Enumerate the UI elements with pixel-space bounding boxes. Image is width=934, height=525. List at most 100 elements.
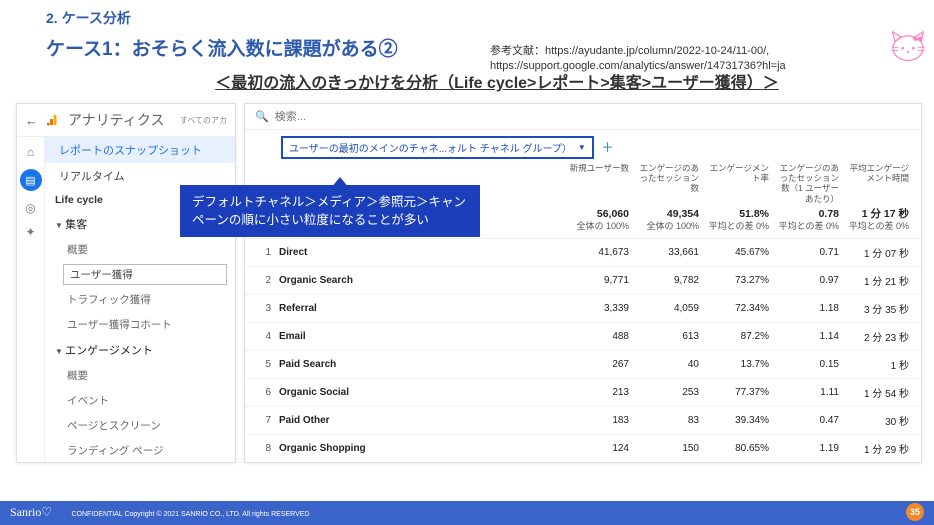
search-input[interactable] — [275, 111, 911, 123]
account-picker[interactable]: すべてのアカ — [180, 115, 227, 126]
row-eng-per-user: 0.97 — [775, 275, 845, 286]
table-row[interactable]: 2Organic Search9,7719,78273.27%0.971 分 2… — [245, 267, 921, 295]
row-eng-sessions: 150 — [635, 443, 705, 454]
sidebar-item-user-acq[interactable]: ユーザー獲得 — [63, 264, 227, 285]
slide-title: ケース1：おそらく流入数に課題がある② — [0, 30, 934, 69]
total-eng-rate-sub: 平均との差 0% — [705, 221, 769, 232]
row-new-users: 267 — [565, 359, 635, 370]
total-eng-per-user-sub: 平均との差 0% — [775, 221, 839, 232]
ga-sidebar-app: ← アナリティクス すべてのアカ ⌂ ▤ ◎ ✦ レポートのスナップショット リ… — [16, 103, 236, 463]
col-avg-eng-time[interactable]: 平均エンゲージメント時間 — [845, 163, 915, 204]
row-new-users: 41,673 — [565, 247, 635, 258]
row-eng-sessions: 40 — [635, 359, 705, 370]
table-row[interactable]: 4Email48861387.2%1.142 分 23 秒 — [245, 323, 921, 351]
row-eng-sessions: 9,782 — [635, 275, 705, 286]
row-eng-per-user: 0.71 — [775, 247, 845, 258]
total-eng-rate: 51.8% — [705, 208, 769, 221]
sidebar-item-pages[interactable]: ページとスクリーン — [45, 413, 235, 438]
sidebar-item-acq-overview[interactable]: 概要 — [45, 237, 235, 262]
row-avg-eng-time: 1 分 54 秒 — [845, 385, 915, 400]
row-channel: Organic Shopping — [279, 443, 565, 454]
ref-link-2[interactable]: https://support.google.com/analytics/ans… — [490, 60, 786, 72]
row-avg-eng-time: 30 秒 — [845, 413, 915, 428]
row-eng-rate: 87.2% — [705, 331, 775, 342]
row-eng-rate: 80.65% — [705, 443, 775, 454]
table-row[interactable]: 1Direct41,67333,66145.67%0.711 分 07 秒 — [245, 239, 921, 267]
row-eng-per-user: 1.19 — [775, 443, 845, 454]
ref-link-1[interactable]: https://ayudante.jp/column/2022-10-24/11… — [545, 45, 769, 57]
col-new-users[interactable]: 新規ユーザー数 — [565, 163, 635, 204]
sidebar-item-user-cohort[interactable]: ユーザー獲得コホート — [45, 312, 235, 337]
col-eng-per-user[interactable]: エンゲージのあったセッション数（1 ユーザーあたり） — [775, 163, 845, 204]
row-channel: Referral — [279, 303, 565, 314]
row-eng-rate: 72.34% — [705, 303, 775, 314]
row-eng-sessions: 33,661 — [635, 247, 705, 258]
back-icon[interactable]: ← — [25, 113, 38, 128]
ga-brand: アナリティクス — [68, 110, 164, 130]
row-index: 1 — [257, 247, 279, 258]
sidebar-item-traffic-acq[interactable]: トラフィック獲得 — [45, 287, 235, 312]
row-channel: Paid Search — [279, 359, 565, 370]
row-eng-rate: 13.7% — [705, 359, 775, 370]
row-index: 3 — [257, 303, 279, 314]
callout-box: デフォルトチャネル＞メディア＞参照元＞キャンペーンの順に小さい粒度になることが多… — [180, 185, 480, 237]
row-channel: Email — [279, 331, 565, 342]
row-eng-sessions: 83 — [635, 415, 705, 426]
table-row[interactable]: 8Organic Shopping12415080.65%1.191 分 29 … — [245, 435, 921, 463]
dropdown-label: ユーザーの最初のメインのチャネ...ォルト チャネル グループ） — [289, 140, 572, 155]
row-eng-per-user: 1.11 — [775, 387, 845, 398]
row-index: 5 — [257, 359, 279, 370]
total-eng-sessions: 49,354 — [635, 208, 699, 221]
row-new-users: 3,339 — [565, 303, 635, 314]
table-row[interactable]: 3Referral3,3394,05972.34%1.183 分 35 秒 — [245, 295, 921, 323]
row-eng-per-user: 0.47 — [775, 415, 845, 426]
sidebar-item-engagement[interactable]: エンゲージメント — [45, 337, 235, 363]
row-new-users: 213 — [565, 387, 635, 398]
row-index: 4 — [257, 331, 279, 342]
row-eng-rate: 77.37% — [705, 387, 775, 398]
ads-icon[interactable]: ✦ — [25, 225, 35, 239]
row-avg-eng-time: 1 分 21 秒 — [845, 273, 915, 288]
home-icon[interactable]: ⌂ — [27, 145, 34, 159]
search-icon: 🔍 — [255, 110, 269, 123]
total-eng-per-user: 0.78 — [775, 208, 839, 221]
total-avg-eng-time: 1 分 17 秒 — [845, 208, 909, 221]
total-new-users: 56,060 — [565, 208, 629, 221]
table-row[interactable]: 5Paid Search2674013.7%0.151 秒 — [245, 351, 921, 379]
section-label: 2. ケース分析 — [0, 0, 934, 30]
row-eng-per-user: 1.18 — [775, 303, 845, 314]
table-row[interactable]: 6Organic Social21325377.37%1.111 分 54 秒 — [245, 379, 921, 407]
add-dimension-button[interactable]: ＋ — [601, 140, 614, 155]
row-channel: Organic Search — [279, 275, 565, 286]
row-eng-rate: 45.67% — [705, 247, 775, 258]
row-index: 8 — [257, 443, 279, 454]
col-eng-sessions[interactable]: エンゲージのあったセッション数 — [635, 163, 705, 204]
primary-dimension-dropdown[interactable]: ユーザーの最初のメインのチャネ...ォルト チャネル グループ） ▼ — [281, 136, 594, 159]
row-eng-sessions: 253 — [635, 387, 705, 398]
row-new-users: 488 — [565, 331, 635, 342]
row-eng-rate: 73.27% — [705, 275, 775, 286]
explore-icon[interactable]: ◎ — [25, 201, 35, 215]
total-eng-sessions-sub: 全体の 100% — [635, 221, 699, 232]
footer-brand: Sanrio♡ — [0, 501, 62, 524]
sidebar-item-eng-overview[interactable]: 概要 — [45, 363, 235, 388]
footer-confidential: CONFIDENTIAL Copyright © 2021 SANRIO CO.… — [65, 511, 309, 518]
row-avg-eng-time: 1 分 29 秒 — [845, 441, 915, 456]
sidebar-item-events[interactable]: イベント — [45, 388, 235, 413]
table-row[interactable]: 7Paid Other1838339.34%0.4730 秒 — [245, 407, 921, 435]
row-avg-eng-time: 1 分 07 秒 — [845, 245, 915, 260]
sidebar-item-landing[interactable]: ランディング ページ — [45, 438, 235, 462]
row-eng-sessions: 613 — [635, 331, 705, 342]
col-eng-rate[interactable]: エンゲージメント率 — [705, 163, 775, 204]
row-avg-eng-time: 1 秒 — [845, 357, 915, 372]
row-eng-sessions: 4,059 — [635, 303, 705, 314]
row-new-users: 124 — [565, 443, 635, 454]
footer-bar: Sanrio♡ CONFIDENTIAL Copyright © 2021 SA… — [0, 501, 934, 525]
row-eng-per-user: 1.14 — [775, 331, 845, 342]
ref-label: 参考文献： — [490, 45, 545, 57]
row-index: 2 — [257, 275, 279, 286]
sidebar-item-snapshot[interactable]: レポートのスナップショット — [45, 137, 235, 163]
row-channel: Direct — [279, 247, 565, 258]
reports-icon[interactable]: ▤ — [20, 169, 42, 191]
total-avg-eng-time-sub: 平均との差 0% — [845, 221, 909, 232]
